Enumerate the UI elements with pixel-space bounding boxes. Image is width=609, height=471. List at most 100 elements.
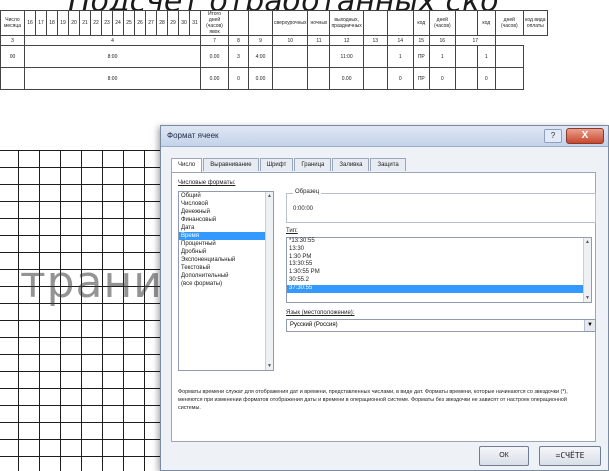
header-cell: дней (часов) <box>428 10 456 36</box>
scroll-up-icon[interactable]: ▲ <box>584 238 591 246</box>
tab-border[interactable]: Граница <box>294 158 332 171</box>
header-cell: 30 <box>178 10 190 36</box>
cell[interactable]: 3 <box>228 45 249 68</box>
sample-label: Образец <box>293 189 322 195</box>
cell[interactable]: ПР <box>412 45 430 68</box>
cell[interactable] <box>0 67 25 90</box>
category-item[interactable]: Дополнительный <box>179 272 273 280</box>
type-item-selected[interactable]: 37:30:55 <box>287 284 591 293</box>
category-item[interactable]: Дробный <box>179 248 273 256</box>
col-number: 4 <box>24 35 201 46</box>
cell[interactable]: 1 <box>476 45 496 68</box>
cell[interactable] <box>362 67 388 90</box>
cell[interactable]: 0.00 <box>200 45 229 68</box>
cell[interactable]: 00 <box>0 45 25 68</box>
col-number: 13 <box>362 35 388 46</box>
cell[interactable] <box>307 67 331 90</box>
header-cell: 20 <box>68 10 80 36</box>
cell[interactable]: 0 <box>428 67 456 90</box>
type-item[interactable]: 1:30:55 PM <box>287 269 591 277</box>
header-cell: сверхурочных <box>271 10 309 36</box>
cell[interactable] <box>362 45 388 68</box>
cell[interactable]: 4:00 <box>248 45 273 68</box>
tab-number[interactable]: Число <box>171 158 203 172</box>
cell[interactable] <box>454 45 478 68</box>
header-cell <box>228 10 249 36</box>
cell[interactable]: 0 <box>476 67 496 90</box>
category-item[interactable]: Общий <box>179 192 273 200</box>
cell[interactable]: 8:00 <box>24 45 201 68</box>
cell[interactable] <box>494 67 524 90</box>
header-cell: 25 <box>123 10 135 36</box>
category-item[interactable]: Денежный <box>179 208 273 216</box>
col-number: 16 <box>428 35 456 46</box>
chevron-down-icon[interactable]: ▼ <box>584 320 595 331</box>
cell[interactable]: 1 <box>428 45 456 68</box>
cell[interactable]: 8:00 <box>24 67 201 90</box>
tab-fill[interactable]: Заливка <box>332 158 370 171</box>
scroll-down-icon[interactable]: ▼ <box>266 362 273 370</box>
dialog-title: Формат ячеек <box>167 131 219 140</box>
help-button[interactable]: ? <box>544 129 562 143</box>
category-item[interactable]: Числовой <box>179 200 273 208</box>
header-cell: Число месяца <box>0 10 25 36</box>
tab-font[interactable]: Шрифт <box>259 158 294 171</box>
cell[interactable]: 11:00 <box>329 45 364 68</box>
cell[interactable]: ПР <box>412 67 430 90</box>
header-cell: 18 <box>46 10 58 36</box>
format-cells-dialog[interactable]: Формат ячеек ? X Число Выравнивание Шриф… <box>160 125 609 471</box>
cell[interactable] <box>271 67 309 90</box>
cell[interactable]: 0.00 <box>248 67 273 90</box>
category-item-selected[interactable]: Время <box>179 232 273 240</box>
col-number: 3 <box>0 35 25 46</box>
type-item[interactable]: 13:30:55 <box>287 261 591 269</box>
tab-alignment[interactable]: Выравнивание <box>203 158 259 171</box>
locale-value: Русский (Россия) <box>290 322 338 328</box>
type-scrollbar[interactable]: ▲ ▼ <box>583 238 591 302</box>
category-item[interactable]: Дата <box>179 224 273 232</box>
category-item[interactable]: Финансовый <box>179 216 273 224</box>
type-item[interactable]: 1:30 PM <box>287 254 591 262</box>
type-list[interactable]: *13:30:55 13:30 1:30 PM 13:30:55 1:30:55… <box>286 237 592 303</box>
locale-select[interactable]: Русский (Россия) ▼ <box>286 319 596 332</box>
header-cell <box>386 10 414 36</box>
cell[interactable] <box>454 67 478 90</box>
close-button[interactable]: X <box>566 128 604 144</box>
cell[interactable]: 0 <box>228 67 249 90</box>
header-cell: 17 <box>35 10 47 36</box>
header-cell: 23 <box>101 10 113 36</box>
category-item[interactable]: Текстовый <box>179 264 273 272</box>
cell[interactable]: 0.00 <box>329 67 364 90</box>
cell[interactable] <box>271 45 309 68</box>
col-number: 9 <box>248 35 273 46</box>
category-item[interactable]: Процентный <box>179 240 273 248</box>
ok-button[interactable]: ОК <box>479 446 529 466</box>
dialog-titlebar[interactable]: Формат ячеек ? X <box>161 126 608 147</box>
type-item[interactable]: 30:55.2 <box>287 277 591 285</box>
sample-value: 0:00:00 <box>293 206 314 212</box>
type-item[interactable]: *13:30:55 <box>287 238 591 246</box>
tab-panel-number: Числовые форматы: Общий Числовой Денежны… <box>171 172 596 442</box>
header-cell: 31 <box>189 10 201 36</box>
cell[interactable]: 0.00 <box>200 67 229 90</box>
header-cell: 16 <box>24 10 36 36</box>
category-list[interactable]: Общий Числовой Денежный Финансовый Дата … <box>178 191 274 371</box>
cancel-button[interactable]: =СЧЁТЕ <box>539 446 601 466</box>
category-scrollbar[interactable]: ▲ ▼ <box>265 192 273 370</box>
tab-protection[interactable]: Защита <box>370 158 406 171</box>
cell[interactable] <box>494 45 524 68</box>
scroll-up-icon[interactable]: ▲ <box>266 192 273 200</box>
cell[interactable]: 1 <box>386 45 414 68</box>
category-item[interactable]: (все форматы) <box>179 280 273 288</box>
cell[interactable] <box>307 45 331 68</box>
header-cell: 24 <box>112 10 124 36</box>
category-item[interactable]: Экспоненциальный <box>179 256 273 264</box>
header-cell: 21 <box>79 10 91 36</box>
cell[interactable]: 0 <box>386 67 414 90</box>
col-number: 12 <box>329 35 364 46</box>
type-item[interactable]: 13:30 <box>287 246 591 254</box>
sheet-grid[interactable] <box>0 150 170 471</box>
categories-label: Числовые форматы: <box>178 180 236 186</box>
scroll-down-icon[interactable]: ▼ <box>584 294 591 302</box>
col-number: 10 <box>271 35 309 46</box>
